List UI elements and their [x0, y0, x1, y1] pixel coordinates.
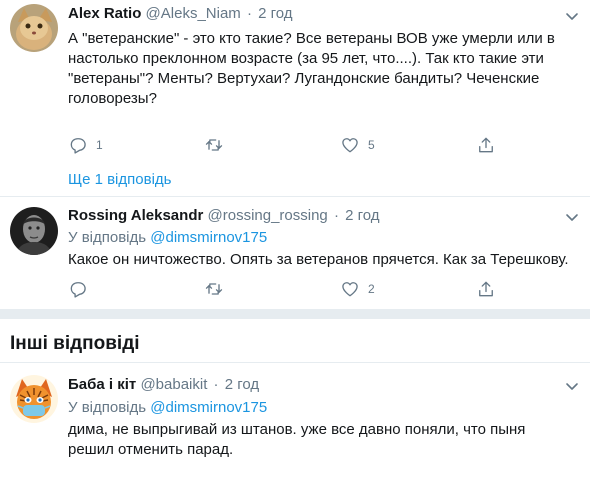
- like-count: 5: [368, 138, 375, 152]
- chevron-down-icon[interactable]: [564, 378, 580, 394]
- like-icon: [342, 282, 358, 297]
- tweet-text: дима, не выпрыгивай из штанов. уже все д…: [68, 420, 578, 460]
- chevron-down-icon[interactable]: [564, 209, 580, 225]
- share-button[interactable]: [476, 135, 496, 155]
- mention-link[interactable]: @dimsmirnov175: [150, 229, 267, 246]
- timestamp[interactable]: 2 год: [258, 5, 292, 22]
- tweet-text-line: настолько преклонном возрасте (за 95 лет…: [68, 50, 544, 67]
- tweet-text-line: "ветераны"? Менты? Вертухаи? Лугандонски…: [68, 70, 540, 87]
- avatar[interactable]: [10, 4, 58, 52]
- section-title: Інші відповіді: [10, 333, 140, 354]
- person-avatar-image: [10, 207, 58, 255]
- like-button[interactable]: 5: [340, 135, 375, 155]
- share-icon: [479, 281, 493, 297]
- tweet-actions: 1 5: [68, 135, 498, 155]
- show-more-replies-link[interactable]: Ще 1 відповідь: [68, 170, 171, 190]
- tweet-alex-ratio[interactable]: Alex Ratio @Aleks_Niam · 2 год А "ветера…: [0, 0, 590, 196]
- tweet-text-line: головорезы?: [68, 90, 157, 107]
- replying-to: У відповідь @dimsmirnov175: [68, 228, 267, 248]
- cat-avatar-image: [10, 4, 58, 52]
- retweet-button[interactable]: [204, 279, 224, 299]
- display-name[interactable]: Баба і кіт: [68, 376, 136, 393]
- separator-dot: ·: [246, 5, 252, 22]
- timestamp[interactable]: 2 год: [345, 207, 379, 224]
- tweet-header: Rossing Aleksandr @rossing_rossing · 2 г…: [68, 206, 380, 226]
- like-count: 2: [368, 282, 375, 296]
- share-button[interactable]: [476, 279, 496, 299]
- tweet-text-line: Какое он ничтожество. Опять за ветеранов…: [68, 251, 569, 268]
- display-name[interactable]: Rossing Aleksandr: [68, 207, 203, 224]
- replying-to-label: У відповідь: [68, 229, 147, 246]
- tweet-header: Alex Ratio @Aleks_Niam · 2 год: [68, 4, 293, 24]
- reply-icon: [70, 138, 86, 154]
- tweet-text: Какое он ничтожество. Опять за ветеранов…: [68, 250, 578, 270]
- reply-button[interactable]: [68, 279, 88, 299]
- section-separator: [0, 309, 590, 319]
- like-icon: [342, 138, 358, 153]
- reply-icon: [70, 282, 86, 298]
- user-handle[interactable]: @babaikit: [140, 376, 207, 393]
- retweet-button[interactable]: [204, 135, 224, 155]
- tweet-text: А "ветеранские" - это кто такие? Все вет…: [68, 29, 578, 109]
- share-icon: [479, 137, 493, 153]
- reply-button[interactable]: 1: [68, 135, 103, 155]
- retweet-icon: [205, 283, 223, 295]
- tweet-text-line: А "ветеранские" - это кто такие? Все вет…: [68, 30, 555, 47]
- mention-link[interactable]: @dimsmirnov175: [150, 399, 267, 416]
- user-handle[interactable]: @rossing_rossing: [208, 207, 328, 224]
- like-button[interactable]: 2: [340, 279, 375, 299]
- tweet-baba-i-kit[interactable]: Баба і кіт @babaikit · 2 год У відповідь…: [0, 363, 590, 488]
- avatar[interactable]: [10, 375, 58, 423]
- display-name[interactable]: Alex Ratio: [68, 5, 141, 22]
- tweet-text-line: решил отменить парад.: [68, 441, 234, 458]
- timestamp[interactable]: 2 год: [225, 376, 259, 393]
- replying-to: У відповідь @dimsmirnov175: [68, 398, 267, 418]
- tweet-text-line: дима, не выпрыгивай из штанов. уже все д…: [68, 421, 526, 438]
- retweet-icon: [205, 139, 223, 151]
- tweet-actions: 2: [68, 279, 498, 299]
- cat-mask-avatar-image: [10, 375, 58, 423]
- tweet-header: Баба і кіт @babaikit · 2 год: [68, 375, 259, 395]
- separator-dot: ·: [333, 207, 339, 224]
- tweet-rossing-aleksandr[interactable]: Rossing Aleksandr @rossing_rossing · 2 г…: [0, 197, 590, 307]
- chevron-down-icon[interactable]: [564, 8, 580, 24]
- user-handle[interactable]: @Aleks_Niam: [146, 5, 241, 22]
- reply-count: 1: [96, 138, 103, 152]
- replying-to-label: У відповідь: [68, 399, 147, 416]
- avatar[interactable]: [10, 207, 58, 255]
- separator-dot: ·: [213, 376, 219, 393]
